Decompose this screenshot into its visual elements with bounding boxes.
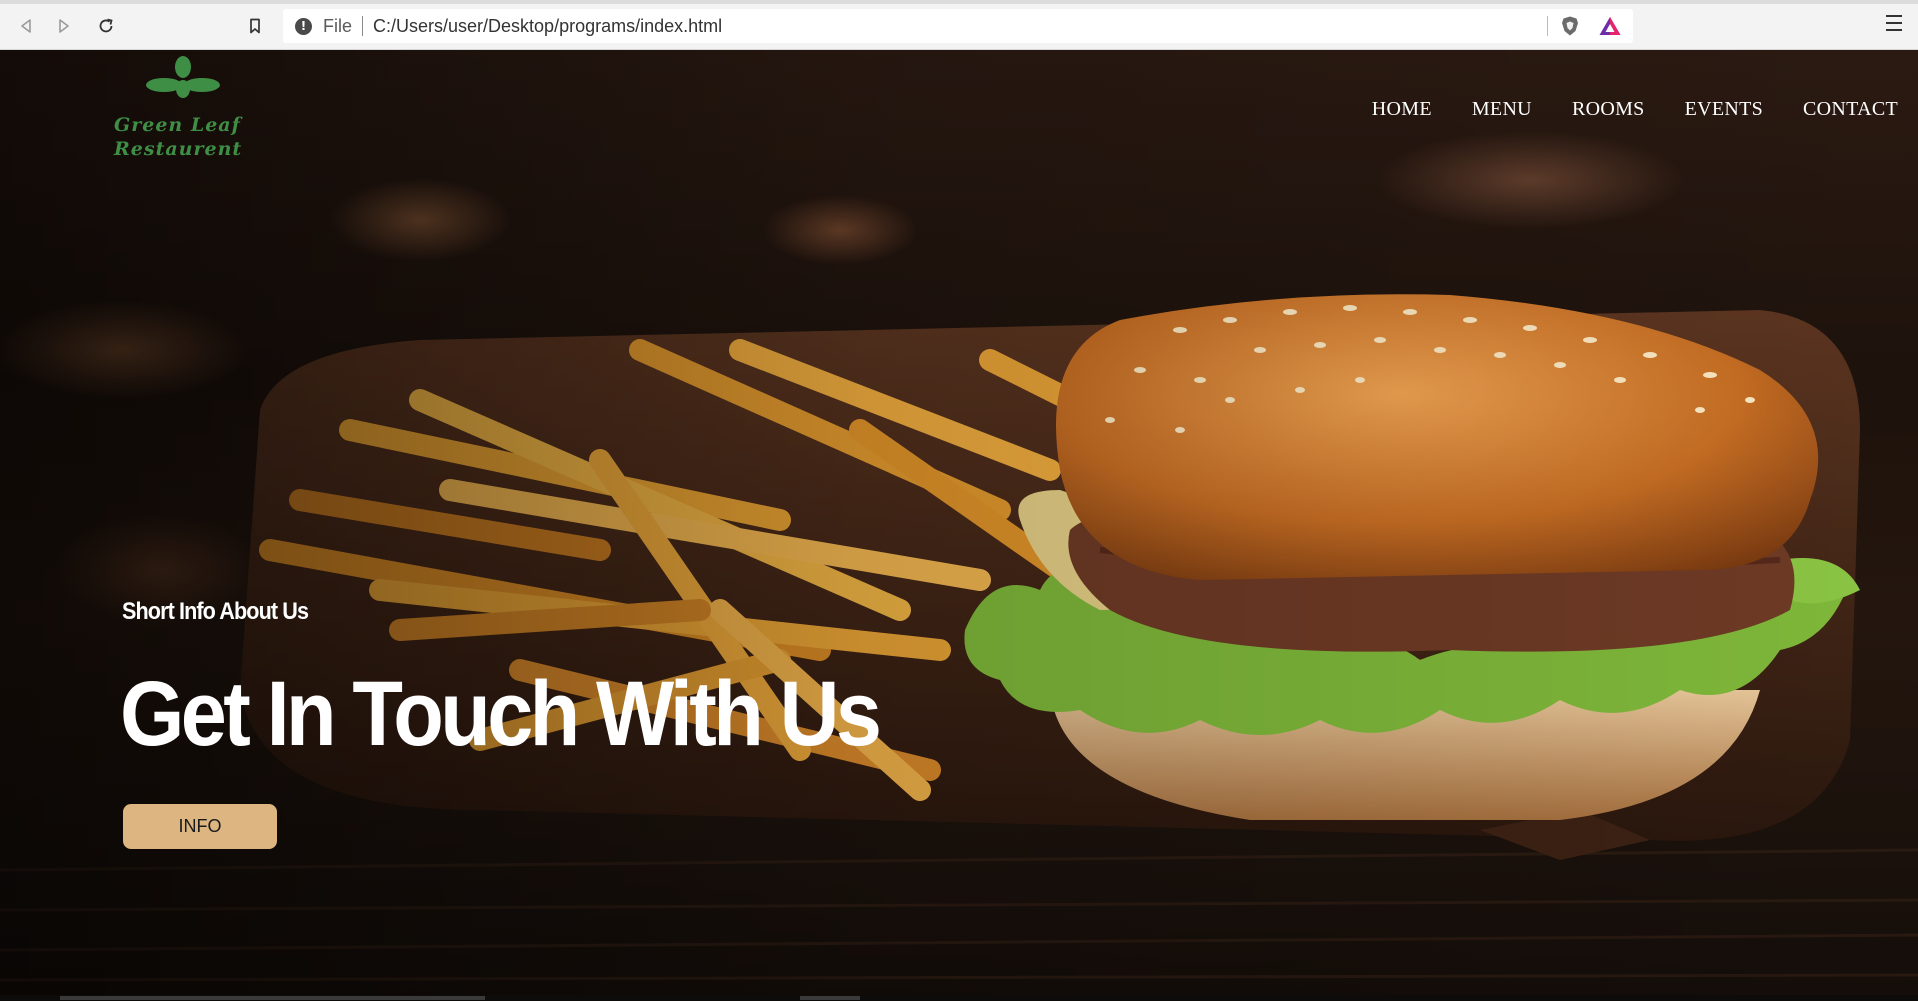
info-button[interactable]: INFO bbox=[123, 804, 277, 849]
hero-headline: Get In Touch With Us bbox=[120, 663, 882, 765]
nav-link-rooms[interactable]: ROOMS bbox=[1572, 98, 1645, 121]
site-logo[interactable]: Green Leaf Restaurent bbox=[108, 56, 288, 166]
bottom-strip bbox=[0, 995, 1918, 1001]
brave-rewards-icon[interactable] bbox=[1598, 15, 1622, 37]
address-separator bbox=[362, 16, 364, 36]
brave-shield-icon[interactable] bbox=[1559, 15, 1581, 37]
leaf-logo-icon bbox=[146, 56, 220, 98]
hamburger-menu-icon[interactable] bbox=[1886, 15, 1902, 33]
tab-strip bbox=[0, 0, 1918, 4]
address-right-separator bbox=[1547, 16, 1548, 36]
nav-link-events[interactable]: EVENTS bbox=[1685, 98, 1763, 121]
browser-toolbar: ! File C:/Users/user/Desktop/programs/in… bbox=[0, 0, 1918, 50]
nav-link-menu[interactable]: MENU bbox=[1472, 98, 1532, 121]
hero-section: Green Leaf Restaurent HOME MENU ROOMS EV… bbox=[0, 50, 1918, 995]
scheme-label: File bbox=[323, 15, 353, 36]
reload-icon[interactable] bbox=[94, 14, 118, 38]
hero-background-image bbox=[0, 50, 1918, 995]
main-navigation: HOME MENU ROOMS EVENTS CONTACT bbox=[1372, 98, 1898, 121]
nav-link-contact[interactable]: CONTACT bbox=[1803, 98, 1898, 121]
logo-text-line2: Restaurent bbox=[114, 138, 243, 160]
bookmark-icon[interactable] bbox=[243, 14, 267, 38]
info-icon[interactable]: ! bbox=[295, 17, 312, 35]
hero-tagline: Short Info About Us bbox=[122, 598, 309, 625]
back-arrow-icon[interactable] bbox=[14, 14, 38, 38]
url-text[interactable]: C:/Users/user/Desktop/programs/index.htm… bbox=[373, 16, 722, 37]
forward-arrow-icon[interactable] bbox=[52, 14, 76, 38]
nav-link-home[interactable]: HOME bbox=[1372, 98, 1432, 121]
logo-text-line1: Green Leaf bbox=[114, 114, 241, 136]
address-bar[interactable]: ! File C:/Users/user/Desktop/programs/in… bbox=[283, 9, 1633, 43]
